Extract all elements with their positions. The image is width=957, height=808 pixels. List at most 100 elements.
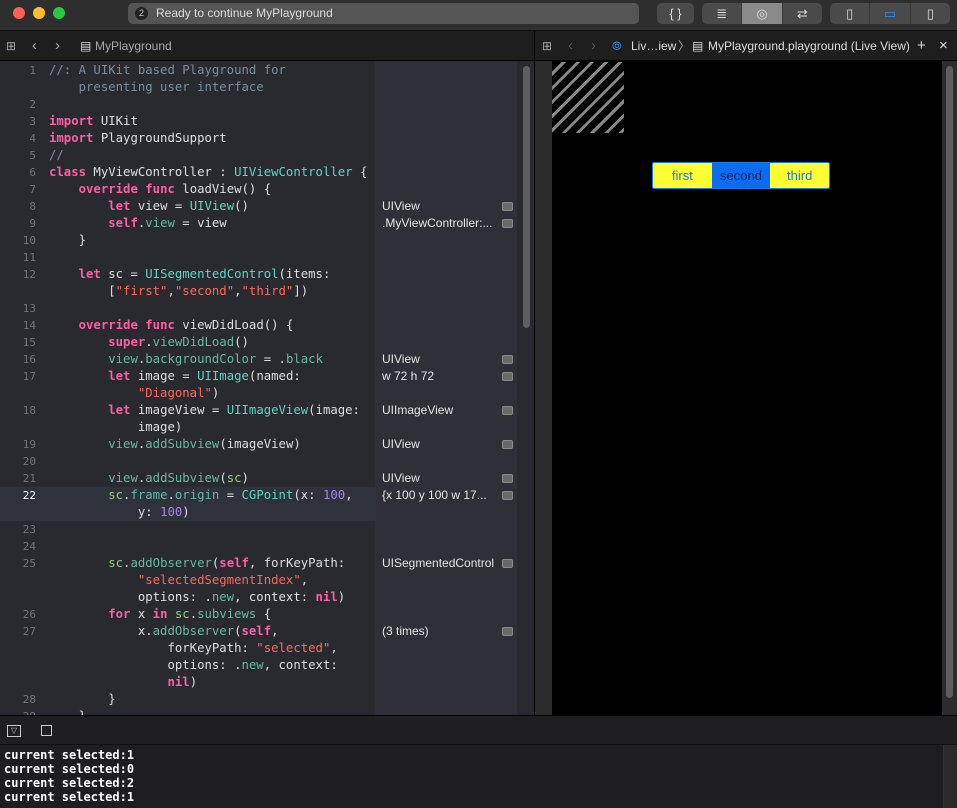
result-value[interactable]: UIView: [382, 351, 517, 368]
quick-look-icon[interactable]: [502, 219, 513, 228]
code-line[interactable]: 21 view.addSubview(sc): [0, 470, 375, 487]
hide-debug-area-icon[interactable]: ▽: [7, 725, 21, 737]
code-line[interactable]: 23: [0, 521, 375, 538]
forward-icon[interactable]: ›: [591, 31, 596, 61]
segment-first[interactable]: first: [653, 163, 712, 188]
back-icon[interactable]: ‹: [568, 31, 573, 61]
code-line[interactable]: options: .new, context: nil): [0, 589, 375, 606]
result-value[interactable]: .MyViewController:...: [382, 215, 517, 232]
quick-look-icon[interactable]: [502, 440, 513, 449]
code-line[interactable]: "Diagonal"): [0, 385, 375, 402]
code-token: override: [78, 318, 138, 332]
code-line[interactable]: 22 sc.frame.origin = CGPoint(x: 100,: [0, 487, 375, 504]
code-line[interactable]: 7 override func loadView() {: [0, 181, 375, 198]
result-value[interactable]: UISegmentedControl: [382, 555, 517, 572]
code-line[interactable]: 11: [0, 249, 375, 266]
inspector-toggle-icon[interactable]: ▯: [911, 3, 950, 24]
live-view-icon: ⦾: [612, 39, 622, 53]
code-line[interactable]: 24: [0, 538, 375, 555]
code-token: //: A UIKit based Playground for: [49, 63, 286, 77]
breadcrumb-separator: 〉: [678, 39, 691, 53]
code-line[interactable]: 9 self.view = view: [0, 215, 375, 232]
code-token: new: [211, 590, 235, 604]
result-value[interactable]: UIView: [382, 436, 517, 453]
segment-second[interactable]: second: [711, 163, 771, 188]
assistant-editor-icon[interactable]: ◎: [742, 3, 783, 24]
code-line[interactable]: 27 x.addObserver(self,: [0, 623, 375, 640]
code-line[interactable]: nil): [0, 674, 375, 691]
code-line[interactable]: 3 import UIKit: [0, 113, 375, 130]
breadcrumb-playground[interactable]: MyPlayground.playground (Live View): [708, 31, 910, 61]
code-token: .: [189, 607, 198, 621]
code-line[interactable]: 6 class MyViewController : UIViewControll…: [0, 164, 375, 181]
add-editor-button[interactable]: +: [917, 31, 926, 61]
code-text: forKeyPath: "selected",: [49, 640, 337, 657]
close-editor-button[interactable]: ×: [939, 31, 948, 61]
minimize-window-button[interactable]: [33, 7, 45, 19]
code-line[interactable]: 1 //: A UIKit based Playground for: [0, 62, 375, 79]
result-value[interactable]: (3 times): [382, 623, 517, 640]
code-line[interactable]: 26 for x in sc.subviews {: [0, 606, 375, 623]
quick-look-icon[interactable]: [502, 355, 513, 364]
related-items-icon[interactable]: ⊞: [6, 31, 16, 61]
code-line[interactable]: 13: [0, 300, 375, 317]
breadcrumb-live-view[interactable]: Liv…iew: [631, 31, 676, 61]
code-token: ): [189, 675, 198, 689]
result-value[interactable]: UIImageView: [382, 402, 517, 419]
code-line[interactable]: 25 sc.addObserver(self, forKeyPath:: [0, 555, 375, 572]
quick-look-icon[interactable]: [502, 559, 513, 568]
code-line[interactable]: 12 let sc = UISegmentedControl(items:: [0, 266, 375, 283]
code-token: = .: [256, 352, 286, 366]
zoom-window-button[interactable]: [53, 7, 65, 19]
related-items-icon[interactable]: ⊞: [542, 31, 552, 61]
code-line[interactable]: 10 }: [0, 232, 375, 249]
breadcrumb-file[interactable]: MyPlayground: [95, 31, 172, 61]
code-line[interactable]: options: .new, context:: [0, 657, 375, 674]
stop-playground-icon[interactable]: [41, 725, 52, 736]
result-value[interactable]: {x 100 y 100 w 17...: [382, 487, 517, 504]
console-scrollbar[interactable]: [943, 745, 957, 808]
quick-look-icon[interactable]: [502, 491, 513, 500]
file-icon: ▤: [692, 39, 704, 53]
code-line[interactable]: 2: [0, 96, 375, 113]
quick-look-icon[interactable]: [502, 474, 513, 483]
quick-look-icon[interactable]: [502, 406, 513, 415]
segmented-control[interactable]: first second third: [652, 162, 830, 189]
code-line[interactable]: "selectedSegmentIndex",: [0, 572, 375, 589]
segment-third[interactable]: third: [770, 163, 829, 188]
code-line[interactable]: 19 view.addSubview(imageView): [0, 436, 375, 453]
editor-scrollbar[interactable]: [523, 66, 530, 328]
code-line[interactable]: image): [0, 419, 375, 436]
close-window-button[interactable]: [13, 7, 25, 19]
code-line[interactable]: y: 100): [0, 504, 375, 521]
code-line[interactable]: 18 let imageView = UIImageView(image:: [0, 402, 375, 419]
code-line[interactable]: 17 let image = UIImage(named:: [0, 368, 375, 385]
navigator-toggle-icon[interactable]: ▯: [830, 3, 871, 24]
result-value[interactable]: UIView: [382, 198, 517, 215]
version-editor-icon[interactable]: ⇄: [783, 3, 822, 24]
code-line[interactable]: 15 super.viewDidLoad(): [0, 334, 375, 351]
forward-icon[interactable]: ›: [55, 31, 60, 61]
console-output[interactable]: current selected:1 current selected:0 cu…: [0, 745, 943, 808]
result-value[interactable]: w 72 h 72: [382, 368, 517, 385]
code-line[interactable]: 16 view.backgroundColor = .black: [0, 351, 375, 368]
code-line[interactable]: 4 import PlaygroundSupport: [0, 130, 375, 147]
live-view-scrollbar[interactable]: [946, 66, 953, 698]
result-value[interactable]: UIView: [382, 470, 517, 487]
code-line[interactable]: presenting user interface: [0, 79, 375, 96]
code-line[interactable]: 20: [0, 453, 375, 470]
debug-area-toggle-icon[interactable]: ▭: [870, 3, 911, 24]
quick-look-icon[interactable]: [502, 202, 513, 211]
standard-editor-icon[interactable]: ≣: [702, 3, 743, 24]
code-line[interactable]: forKeyPath: "selected",: [0, 640, 375, 657]
back-icon[interactable]: ‹: [32, 31, 37, 61]
code-line[interactable]: 8 let view = UIView(): [0, 198, 375, 215]
code-line[interactable]: 14 override func viewDidLoad() {: [0, 317, 375, 334]
code-line[interactable]: ["first","second","third"]): [0, 283, 375, 300]
code-review-button[interactable]: { }: [657, 3, 694, 24]
code-line[interactable]: 5 //: [0, 147, 375, 164]
quick-look-icon[interactable]: [502, 372, 513, 381]
code-line[interactable]: 28 }: [0, 691, 375, 708]
quick-look-icon[interactable]: [502, 627, 513, 636]
